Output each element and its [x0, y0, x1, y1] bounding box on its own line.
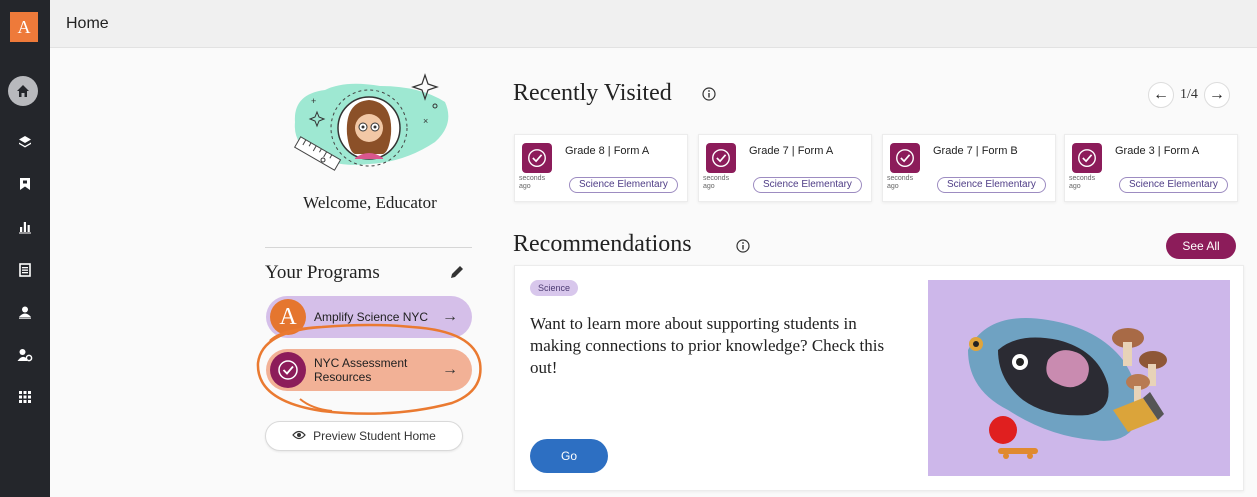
your-programs-heading: Your Programs — [265, 262, 380, 283]
layers-icon — [19, 136, 31, 148]
amplify-logo[interactable]: A — [10, 12, 38, 42]
pencil-icon — [451, 266, 463, 278]
recent-item-time: seconds ago — [703, 175, 730, 190]
user-settings-icon — [17, 349, 33, 362]
recent-item-time: seconds ago — [1069, 175, 1096, 190]
recent-item-time: seconds ago — [519, 175, 546, 190]
home-icon — [17, 85, 29, 97]
sidebar: A — [0, 0, 50, 497]
svg-text:×: × — [423, 116, 428, 126]
recent-item-time: seconds ago — [887, 175, 914, 190]
info-icon[interactable] — [736, 239, 750, 258]
program-pill: Science Elementary — [753, 177, 862, 193]
svg-text:+: + — [311, 96, 316, 106]
document-icon — [19, 263, 31, 277]
assessment-check-icon — [706, 143, 736, 173]
recommendation-illustration — [928, 280, 1230, 476]
bookmark-icon — [20, 178, 30, 190]
sidebar-item-layers[interactable] — [0, 127, 50, 157]
app-root: A Home + × Welcome, Educator Your Progra… — [0, 0, 1257, 497]
divider — [265, 247, 472, 248]
info-icon[interactable] — [702, 87, 716, 106]
recent-item-card[interactable]: Grade 3 | Form A seconds ago Science Elem… — [1064, 134, 1238, 202]
sidebar-item-user-settings[interactable] — [0, 340, 50, 370]
sidebar-item-reports[interactable] — [0, 212, 50, 242]
sidebar-item-documents[interactable] — [0, 255, 50, 285]
sidebar-item-students[interactable] — [0, 297, 50, 327]
pager-indicator: 1/4 — [1180, 87, 1198, 102]
next-page-button[interactable]: → — [1203, 82, 1230, 108]
recently-visited-heading: Recently Visited — [513, 80, 672, 106]
arrow-left-icon: ← — [1153, 86, 1169, 103]
page-title: Home — [66, 15, 109, 32]
previous-page-button[interactable]: ← — [1148, 82, 1174, 108]
sidebar-item-apps[interactable] — [0, 382, 50, 412]
assessment-check-icon — [522, 143, 552, 173]
assessment-check-icon — [890, 143, 920, 173]
top-header: Home — [50, 0, 1257, 48]
subject-tag: Science — [530, 280, 579, 296]
recommendation-card: Science Want to learn more about support… — [514, 265, 1244, 491]
recent-item-card[interactable]: Grade 7 | Form B seconds ago Science Elem… — [882, 134, 1056, 202]
recommendations-heading: Recommendations — [513, 231, 692, 257]
recent-item-title: Grade 3 | Form A — [1115, 145, 1200, 157]
recently-visited-pager: ← 1/4 → — [1148, 82, 1230, 108]
bar-chart-icon — [19, 222, 31, 234]
recent-item-card[interactable]: Grade 8 | Form A seconds ago Science Elem… — [514, 134, 688, 202]
educator-avatar: + × — [285, 72, 455, 182]
welcome-message: Welcome, Educator — [303, 193, 437, 212]
recent-item-card[interactable]: Grade 7 | Form A seconds ago Science Elem… — [698, 134, 872, 202]
recent-item-title: Grade 8 | Form A — [565, 145, 650, 157]
program-pill: Science Elementary — [569, 177, 678, 193]
assessment-check-icon — [1072, 143, 1102, 173]
apps-grid-icon — [19, 391, 31, 403]
recommendation-text: Want to learn more about supporting stud… — [530, 314, 885, 377]
student-icon — [19, 306, 31, 319]
preview-student-home-button[interactable]: Preview Student Home — [265, 421, 463, 451]
recent-item-title: Grade 7 | Form B — [933, 145, 1018, 157]
program-label: Amplify Science NYC — [314, 310, 429, 324]
program-pill: Science Elementary — [1119, 177, 1228, 193]
sidebar-item-bookmarks[interactable] — [0, 169, 50, 199]
recent-item-title: Grade 7 | Form A — [749, 145, 834, 157]
arrow-right-icon: → — [1208, 86, 1225, 103]
go-button[interactable]: Go — [530, 439, 608, 473]
edit-programs-button[interactable] — [448, 263, 466, 281]
sidebar-item-home[interactable] — [8, 76, 38, 106]
see-all-button[interactable]: See All — [1166, 233, 1236, 259]
program-pill: Science Elementary — [937, 177, 1046, 193]
eye-icon — [292, 429, 306, 443]
highlight-annotation-ring — [256, 323, 482, 415]
